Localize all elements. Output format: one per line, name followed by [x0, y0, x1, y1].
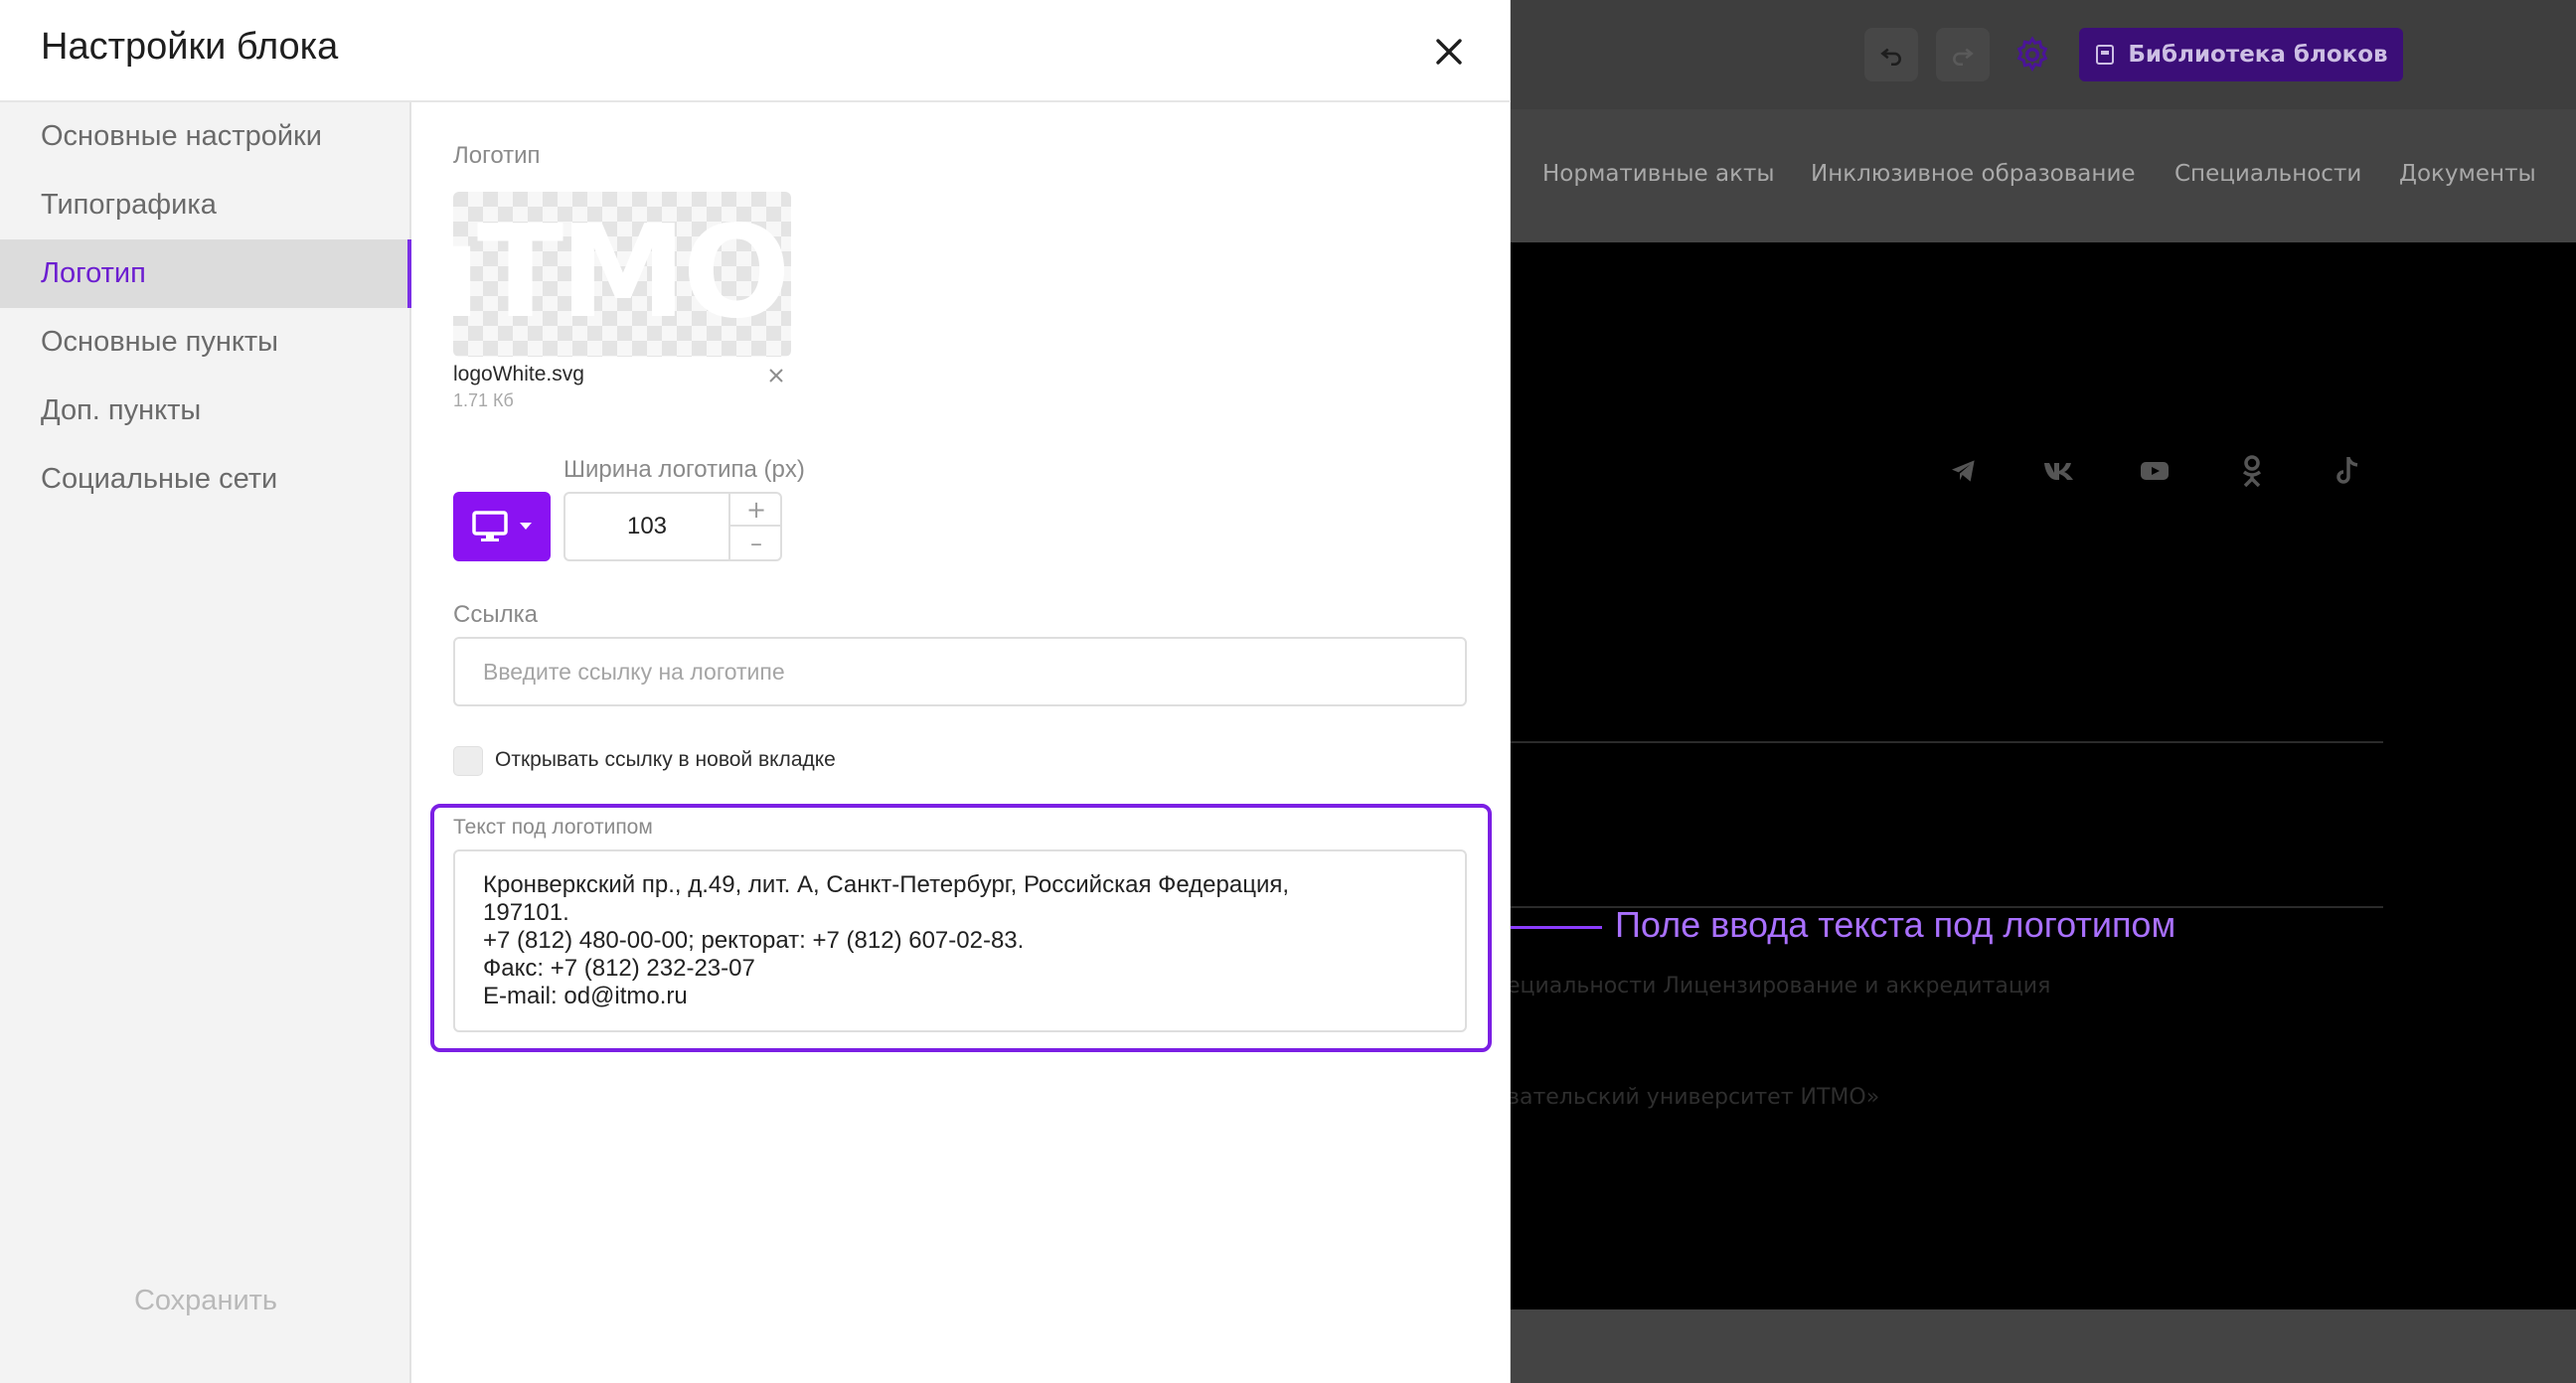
caret-down-icon [520, 523, 532, 530]
modal-title: Настройки блока [41, 26, 339, 68]
text-below-logo-input[interactable]: Кронверкский пр., д.49, лит. А, Санкт-Пе… [453, 849, 1467, 1032]
logo-file-name: logoWhite.svg [453, 363, 584, 385]
odnoklassniki-icon[interactable] [2232, 451, 2272, 491]
logo-section-label: Логотип [453, 142, 541, 169]
text-below-logo-label: Текст под логотипом [453, 816, 653, 839]
footer-ghost-copyright: вательский университет ИТМО» [1511, 1085, 1880, 1110]
logo-width-value[interactable]: 103 [565, 494, 728, 559]
undo-icon [1880, 48, 1901, 67]
settings-sidebar: Основные настройки Типографика Логотип О… [0, 102, 411, 1383]
text-line: Факс: +7 (812) 232-23-07 [483, 955, 755, 982]
settings-button[interactable] [2006, 28, 2059, 81]
decrement-button[interactable]: – [730, 527, 782, 559]
new-tab-checkbox[interactable] [453, 746, 483, 776]
youtube-icon[interactable] [2135, 451, 2174, 491]
site-navigation: Нормативные акты Инклюзивное образование… [1511, 109, 2576, 242]
settings-content: Логотип ıTMO logoWhite.svg 1.71 Кб Ширин… [413, 102, 1511, 1383]
logo-link-input[interactable] [453, 637, 1467, 706]
logo-preview-text: ıTMO [453, 199, 790, 347]
modal-header: Настройки блока [0, 0, 1511, 102]
footer-divider [1511, 741, 2383, 743]
tiktok-icon[interactable] [2328, 451, 2367, 491]
close-icon [769, 369, 783, 383]
link-label: Ссылка [453, 601, 538, 628]
save-button[interactable]: Сохранить [0, 1285, 411, 1317]
book-icon [2096, 45, 2115, 65]
text-line: 197101. [483, 899, 569, 926]
redo-button[interactable] [1936, 28, 1990, 81]
sidebar-item-main-settings[interactable]: Основные настройки [0, 102, 411, 171]
nav-link-specialties[interactable]: Специальности [2174, 161, 2361, 187]
undo-button[interactable] [1864, 28, 1918, 81]
editor-background: Библиотека блоков Нормативные акты Инклю… [1511, 0, 2576, 1383]
new-tab-label: Открывать ссылку в новой вкладке [495, 748, 836, 771]
nav-link-documents[interactable]: Документы [2399, 161, 2536, 187]
editor-toolbar: Библиотека блоков [1511, 0, 2576, 109]
vk-icon[interactable] [2039, 451, 2079, 491]
text-line: Кронверкский пр., д.49, лит. А, Санкт-Пе… [483, 871, 1290, 898]
text-line: E-mail: od@itmo.ru [483, 983, 688, 1009]
device-select-button[interactable] [453, 492, 551, 561]
logo-file-size: 1.71 Кб [453, 390, 514, 410]
nav-link-normative[interactable]: Нормативные акты [1542, 161, 1775, 187]
sidebar-item-extra-items[interactable]: Доп. пункты [0, 377, 411, 445]
logo-width-label: Ширина логотипа (px) [564, 456, 805, 483]
sidebar-item-typography[interactable]: Типографика [0, 171, 411, 239]
block-library-label: Библиотека блоков [2128, 42, 2388, 68]
logo-preview[interactable]: ıTMO [453, 192, 791, 357]
sidebar-item-logo[interactable]: Логотип [0, 239, 411, 308]
block-settings-modal: Настройки блока Основные настройки Типог… [0, 0, 1511, 1383]
site-footer-preview: ециальности Лицензирование и аккредитаци… [1511, 242, 2576, 1309]
increment-button[interactable]: + [730, 494, 782, 527]
sidebar-item-main-items[interactable]: Основные пункты [0, 308, 411, 377]
monitor-icon [472, 511, 508, 541]
gear-icon [2016, 36, 2048, 73]
footer-ghost-links: ециальности Лицензирование и аккредитаци… [1511, 974, 2051, 999]
close-icon [1436, 39, 1462, 65]
nav-link-inclusive[interactable]: Инклюзивное образование [1811, 161, 2136, 187]
callout-line [1503, 926, 1602, 929]
text-line: +7 (812) 480-00-00; ректорат: +7 (812) 6… [483, 927, 1025, 954]
stepper-buttons: + – [728, 494, 782, 559]
editor-bottom-bar [1511, 1309, 2576, 1383]
logo-width-stepper[interactable]: 103 + – [564, 492, 782, 561]
remove-file-button[interactable] [763, 363, 789, 388]
close-button[interactable] [1427, 30, 1471, 74]
callout-text: Поле ввода текста под логотипом [1615, 904, 2176, 945]
block-library-button[interactable]: Библиотека блоков [2079, 28, 2403, 81]
sidebar-item-social[interactable]: Социальные сети [0, 445, 411, 514]
telegram-icon[interactable] [1944, 451, 1984, 491]
redo-icon [1953, 48, 1974, 67]
